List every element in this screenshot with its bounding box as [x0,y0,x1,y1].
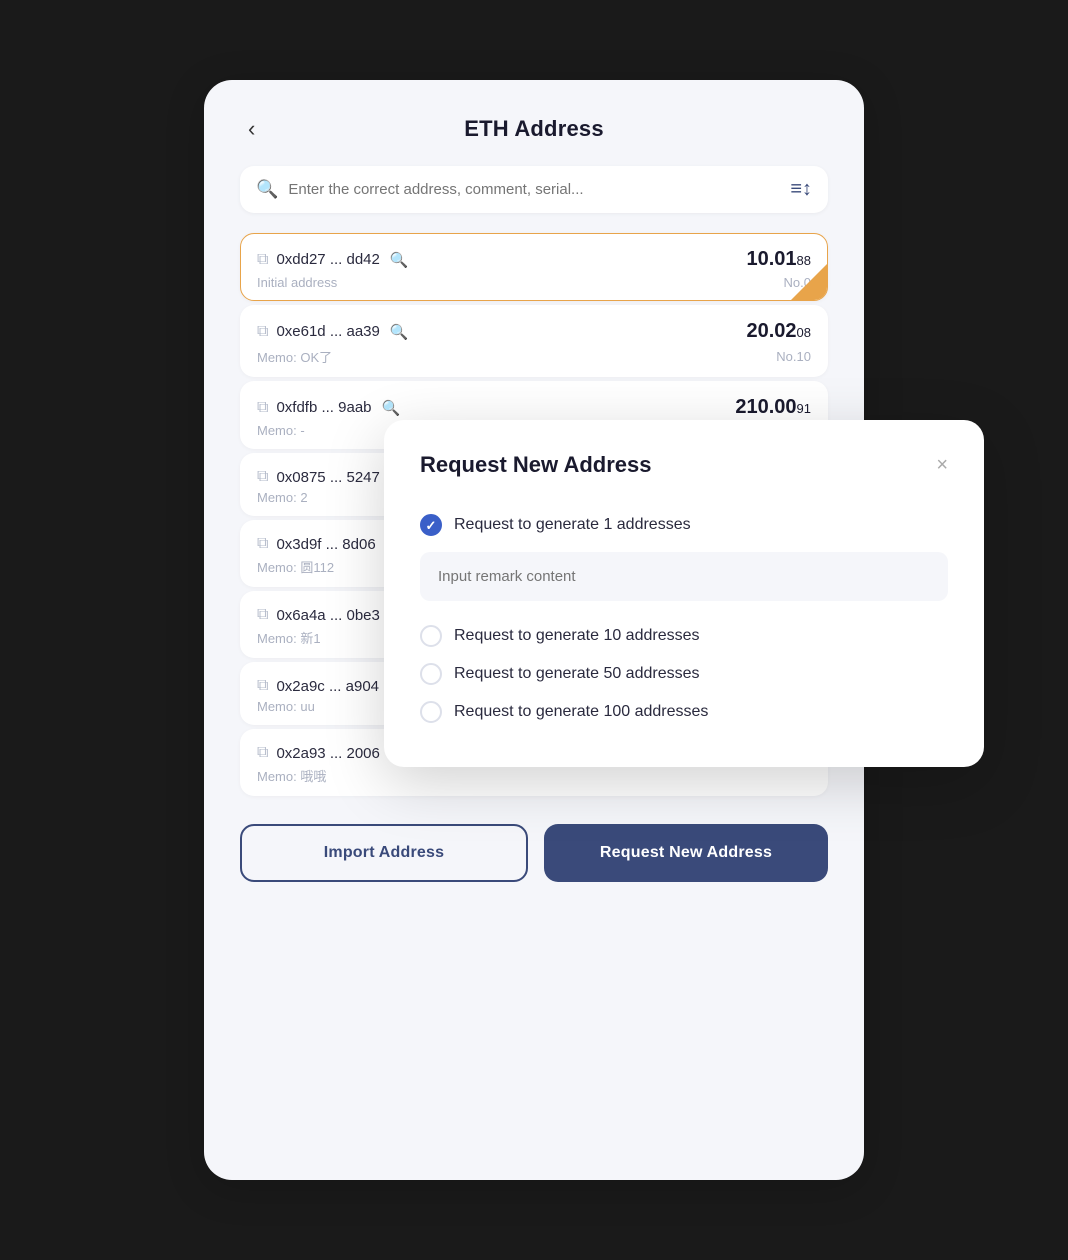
search-addr-icon-2[interactable]: 🔍 [382,399,401,417]
address-text-1: 0xe61d ... aa39 [276,323,379,340]
address-text-7: 0x2a93 ... 2006 [276,745,379,762]
radio-label-2: Request to generate 50 addresses [454,665,700,683]
amount-1: 20.0208 [746,320,811,343]
main-card: ‹ ETH Address 🔍 ≡↕ ⧉ 0xdd27 ... dd42 🔍 1… [204,80,864,1180]
memo-1: Memo: OK了 [257,347,332,366]
address-bottom-0: Initial address No.0 [257,275,811,290]
orange-corner-0 [791,264,827,300]
search-addr-icon-0[interactable]: 🔍 [390,251,409,269]
memo-7: Memo: 哦哦 [257,766,326,785]
modal-overlay: Request New Address × ✓ Request to gener… [384,420,984,767]
address-text-3: 0x0875 ... 5247 [276,469,379,486]
address-text-4: 0x3d9f ... 8d06 [276,536,375,553]
amount-main-1: 20.02 [746,320,796,342]
copy-icon-5[interactable]: ⧉ [257,606,268,624]
copy-icon-7[interactable]: ⧉ [257,744,268,762]
copy-icon-1[interactable]: ⧉ [257,323,268,341]
copy-icon-3[interactable]: ⧉ [257,468,268,486]
no-1: No.10 [776,349,811,364]
address-top-1: ⧉ 0xe61d ... aa39 🔍 20.0208 [257,320,811,343]
radio-option-2[interactable]: Request to generate 50 addresses [420,655,948,693]
search-input[interactable] [288,181,780,198]
address-left-2: ⧉ 0xfdfb ... 9aab 🔍 [257,399,400,417]
memo-2: Memo: - [257,423,305,438]
amount-sub-2: 91 [797,401,811,416]
search-addr-icon-1[interactable]: 🔍 [390,323,409,341]
remark-input[interactable] [420,552,948,601]
radio-circle-0: ✓ [420,514,442,536]
page-title: ETH Address [464,116,604,142]
address-text-5: 0x6a4a ... 0be3 [276,607,379,624]
radio-label-3: Request to generate 100 addresses [454,703,708,721]
amount-2: 210.0091 [735,396,811,419]
address-top-2: ⧉ 0xfdfb ... 9aab 🔍 210.0091 [257,396,811,419]
memo-6: Memo: uu [257,699,315,714]
amount-sub-1: 08 [797,325,811,340]
radio-label-1: Request to generate 10 addresses [454,627,700,645]
radio-option-0[interactable]: ✓ Request to generate 1 addresses [420,506,948,544]
amount-main-2: 210.00 [735,396,796,418]
copy-icon-0[interactable]: ⧉ [257,251,268,269]
copy-icon-6[interactable]: ⧉ [257,677,268,695]
copy-icon-2[interactable]: ⧉ [257,399,268,417]
address-top-0: ⧉ 0xdd27 ... dd42 🔍 10.0188 [257,248,811,271]
address-card-1[interactable]: ⧉ 0xe61d ... aa39 🔍 20.0208 Memo: OK了 No… [240,305,828,377]
modal-title: Request New Address [420,452,651,478]
footer: Import Address Request New Address [240,824,828,882]
memo-0: Initial address [257,275,337,290]
memo-3: Memo: 2 [257,490,308,505]
radio-circle-2 [420,663,442,685]
radio-circle-1 [420,625,442,647]
search-bar: 🔍 ≡↕ [240,166,828,213]
address-bottom-7: Memo: 哦哦 [257,766,811,785]
back-button[interactable]: ‹ [240,114,263,144]
address-left-4: ⧉ 0x3d9f ... 8d06 🔍 [257,535,404,553]
memo-5: Memo: 新1 [257,628,321,647]
address-text-0: 0xdd27 ... dd42 [276,251,379,268]
radio-circle-3 [420,701,442,723]
radio-check-0: ✓ [426,519,437,532]
copy-icon-4[interactable]: ⧉ [257,535,268,553]
import-button[interactable]: Import Address [240,824,528,882]
modal-header: Request New Address × [420,452,948,478]
address-left-0: ⧉ 0xdd27 ... dd42 🔍 [257,251,409,269]
memo-4: Memo: 圆112 [257,557,334,576]
address-text-2: 0xfdfb ... 9aab [276,399,371,416]
filter-icon[interactable]: ≡↕ [790,178,812,201]
address-text-6: 0x2a9c ... a904 [276,678,379,695]
address-card-0[interactable]: ⧉ 0xdd27 ... dd42 🔍 10.0188 Initial addr… [240,233,828,301]
modal-close-button[interactable]: × [936,455,948,475]
amount-main-0: 10.01 [746,248,796,270]
address-left-1: ⧉ 0xe61d ... aa39 🔍 [257,323,409,341]
request-new-address-button[interactable]: Request New Address [544,824,828,882]
search-icon: 🔍 [256,179,278,200]
address-bottom-1: Memo: OK了 No.10 [257,347,811,366]
radio-label-0: Request to generate 1 addresses [454,516,691,534]
header: ‹ ETH Address [240,116,828,142]
radio-option-1[interactable]: Request to generate 10 addresses [420,617,948,655]
radio-option-3[interactable]: Request to generate 100 addresses [420,693,948,731]
